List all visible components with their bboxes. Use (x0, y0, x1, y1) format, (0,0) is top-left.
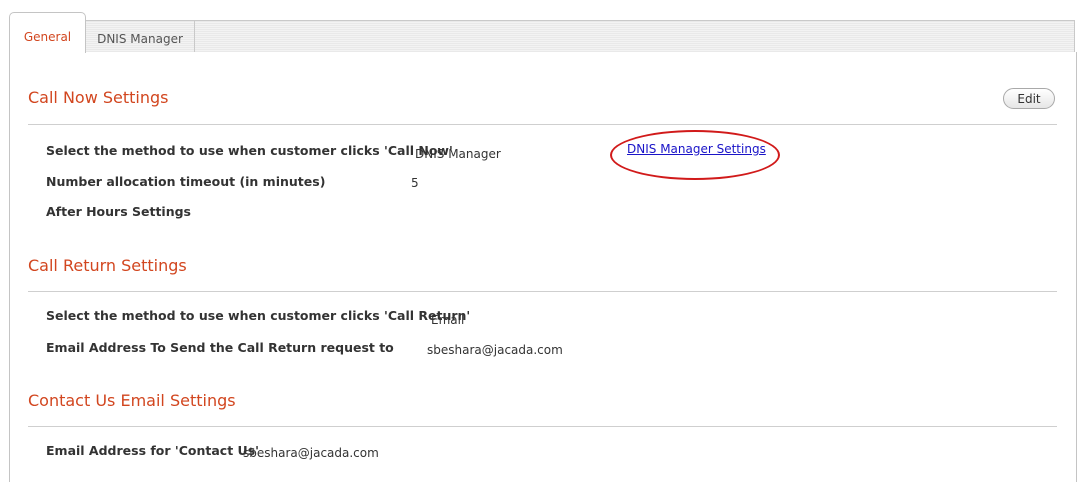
highlight-oval (610, 130, 780, 180)
after-hours-settings-label: After Hours Settings (46, 204, 191, 219)
call-return-email-label: Email Address To Send the Call Return re… (46, 340, 394, 355)
call-return-settings-title: Call Return Settings (28, 256, 187, 275)
timeout-label: Number allocation timeout (in minutes) (46, 174, 326, 189)
call-now-method-value: DNIS Manager (415, 147, 501, 161)
timeout-value: 5 (411, 176, 419, 190)
tab-bar: General DNIS Manager (9, 12, 1075, 54)
contact-us-email-settings-title: Contact Us Email Settings (28, 391, 236, 410)
divider (28, 124, 1057, 125)
divider (28, 426, 1057, 427)
tab-dnis-manager[interactable]: DNIS Manager (86, 20, 195, 52)
general-settings-panel: Call Now Settings Edit Select the method… (9, 52, 1077, 482)
call-return-email-value: sbeshara@jacada.com (427, 343, 563, 357)
call-return-method-value: Email (431, 313, 465, 327)
contact-us-email-value: sbeshara@jacada.com (243, 446, 379, 460)
call-now-method-label: Select the method to use when customer c… (46, 143, 453, 158)
tab-strip-background (85, 20, 1075, 54)
edit-button[interactable]: Edit (1003, 88, 1055, 109)
divider (28, 291, 1057, 292)
call-now-settings-title: Call Now Settings (28, 88, 169, 107)
call-return-method-label: Select the method to use when customer c… (46, 308, 471, 323)
contact-us-email-label: Email Address for 'Contact Us' (46, 443, 259, 458)
tab-general[interactable]: General (9, 12, 86, 53)
